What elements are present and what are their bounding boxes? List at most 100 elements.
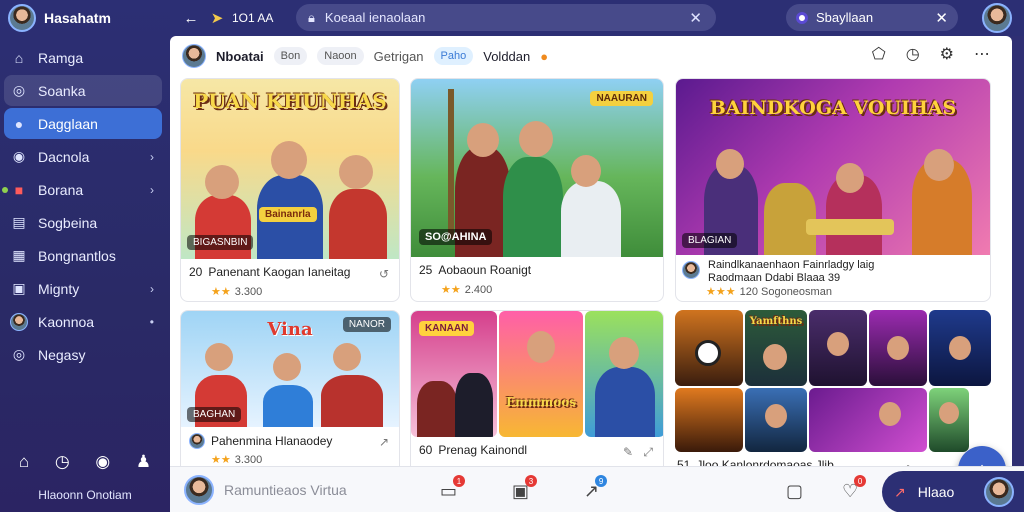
thumbnail-badge: KANAAN [419, 321, 475, 336]
grid-thumbnail[interactable] [809, 388, 927, 452]
grid-thumbnail[interactable] [929, 388, 969, 452]
more-dot-icon: • [149, 314, 154, 329]
heart-icon[interactable]: ♡ 0 [842, 475, 867, 502]
sidebar-item-borana[interactable]: ■ Borana › [2, 174, 162, 205]
share-arrow-icon[interactable]: ↺ [379, 267, 389, 281]
filter-pill[interactable]: Paho [433, 47, 474, 65]
feed-title: Nboatai [216, 48, 264, 64]
bottom-bar: Ramuntieaos Virtua ▭ 1 ▣ 3 ↗ 9 ▢ ♡ 0 ↗ Hlaao [170, 466, 1024, 512]
user-avatar[interactable] [982, 3, 1012, 33]
grid-thumbnail[interactable] [745, 388, 807, 452]
sidebar-item-dacnola[interactable]: ◉ Dacnola › [4, 141, 162, 172]
star-icon: ★★★ [706, 286, 736, 298]
grid-thumbnail[interactable] [809, 310, 867, 386]
channel-avatar[interactable] [189, 433, 205, 449]
more-icon[interactable]: ⋯ [974, 44, 990, 64]
video-thumbnail[interactable]: KANAAN Emmmoos [411, 311, 663, 437]
person-head [467, 123, 499, 157]
channel-avatar[interactable] [682, 261, 700, 279]
filter-tab[interactable]: Volddan [483, 49, 530, 64]
share-icon[interactable]: ⬠ [872, 44, 886, 64]
settings-icon: ◎ [12, 346, 26, 362]
sidebar-item-kaonnoa[interactable]: Kaonnoa • [4, 306, 162, 337]
card-caption: Raindlkanaenhaon Fainrladgy laig Raodmaa… [684, 259, 982, 284]
card-meta: ★★ 3.300 [211, 453, 262, 467]
sidebar-item-dagglaan[interactable]: ● Dagglaan [4, 108, 162, 139]
sidebar-item-negasy[interactable]: ◎ Negasy [4, 339, 162, 370]
sidebar-item-sogbeina[interactable]: ▤ Sogbeina [4, 207, 162, 238]
search-input[interactable]: 🔒︎ Koeaal ienaolaan ✕ [296, 4, 716, 31]
person-figure [329, 189, 387, 259]
video-card[interactable]: BAINDKOGA VOUIHAS BLAGIAN Raindlkanaenha… [675, 78, 991, 302]
back-arrow-icon[interactable]: ← [178, 10, 204, 27]
main-feed: Nboatai Bon Naoon Getrigan Paho Volddan … [170, 36, 1012, 512]
grid-thumbnail[interactable] [675, 388, 743, 452]
card-caption: Pahenmina Hlanaodey [189, 433, 391, 449]
profile-pill[interactable]: ↗ Hlaao [882, 471, 1024, 512]
video-thumbnail[interactable]: Vina NANOR BAGHAN [181, 311, 399, 427]
brand[interactable]: Hasahatm [0, 0, 170, 36]
thumbnail-panel: Emmmoos [499, 311, 583, 437]
share-arrow-icon[interactable]: ↗ [379, 435, 389, 449]
grid-thumbnail[interactable] [869, 310, 927, 386]
compose-input[interactable]: Ramuntieaos Virtua [184, 474, 347, 505]
app-name: Hasahatm [44, 10, 111, 26]
grid-thumbnail[interactable]: Yamfthns [745, 310, 807, 386]
clock-icon[interactable]: ◷ [906, 44, 920, 64]
user-icon[interactable]: ♟ [136, 452, 151, 472]
filter-pill[interactable]: Naoon [317, 47, 364, 65]
video-icon[interactable]: ▣ 3 [512, 475, 538, 502]
filter-tab[interactable]: Getrigan [374, 49, 424, 64]
home-icon[interactable]: ⌂ [19, 452, 29, 472]
close-icon[interactable]: ✕ [689, 9, 702, 27]
edit-icon[interactable]: ✎ [623, 445, 633, 459]
filter-pill[interactable]: Bon [273, 47, 308, 65]
profile-avatar [984, 477, 1014, 507]
profile-name: Hlaao [917, 484, 955, 500]
grid-thumbnail[interactable] [675, 310, 743, 386]
expand-icon[interactable]: ⤢ [643, 445, 653, 460]
thumbnail-title: BAINDKOGA VOUIHAS [709, 97, 957, 119]
feed-avatar[interactable] [182, 44, 206, 68]
card-title: Panenant Kaogan Ianeitag [208, 265, 351, 279]
lock-icon: 🔒︎ [308, 9, 315, 25]
channel-badge: BIGASNBIN [187, 235, 254, 250]
image-icon: ▣ [12, 280, 26, 296]
video-card[interactable]: PUAN KHUNHAS Bainanrla BIGASNBIN 20 Pane… [180, 78, 400, 302]
camera-icon[interactable]: ◉ [95, 452, 110, 472]
sidebar-item-soanka[interactable]: ◎ Soanka [4, 75, 162, 106]
card-number: 25 [419, 263, 433, 277]
tv-icon[interactable]: ▢ [786, 481, 803, 502]
sidebar-item-ramga[interactable]: ⌂ Ramga [4, 42, 162, 73]
video-thumbnail[interactable]: BAINDKOGA VOUIHAS BLAGIAN [676, 79, 990, 255]
thumbnail-title: PUAN KHUNHAS [193, 89, 387, 113]
settings-icon[interactable]: ⚙︎ [940, 44, 954, 64]
person-head [527, 331, 555, 363]
video-thumbnail[interactable]: NAAURAN SO@AHINA [411, 79, 663, 257]
emoji-icon: ● [540, 48, 549, 64]
channel-badge: SO@AHINA [419, 229, 493, 245]
share-icon[interactable]: ↗ 9 [584, 475, 608, 502]
person-head [939, 402, 959, 424]
secondary-search-input[interactable]: Sbayllaan ✕ [786, 4, 958, 31]
video-thumbnail[interactable]: PUAN KHUNHAS Bainanrla BIGASNBIN [181, 79, 399, 259]
sidebar-footer[interactable]: Hlaoonn Onotiam [0, 488, 170, 502]
card-number: 20 [189, 265, 203, 279]
view-count: 3.300 [234, 285, 263, 298]
close-icon[interactable]: ✕ [935, 9, 948, 27]
grid-icon: ▦ [12, 247, 26, 263]
circle-icon: ◎ [12, 82, 26, 98]
star-icon: ★★ [211, 286, 231, 298]
clock-icon[interactable]: ◷ [55, 452, 70, 472]
like-icon[interactable]: ▭ 1 [440, 475, 466, 502]
person-figure [417, 381, 457, 437]
nav-text: 1O1 AA [232, 11, 274, 25]
forward-arrow-icon[interactable]: ➤ [204, 9, 230, 27]
chevron-right-icon: › [150, 281, 154, 296]
sidebar-item-mignty[interactable]: ▣ Mignty › [4, 273, 162, 304]
sidebar-item-bongnantlos[interactable]: ▦ Bongnantlos [4, 240, 162, 271]
thumbnail-title: Emmmoos [505, 395, 576, 409]
home-icon: ⌂ [14, 49, 24, 66]
video-card[interactable]: NAAURAN SO@AHINA 25 Aobaoun Roanigt ★★ 2… [410, 78, 664, 302]
grid-thumbnail[interactable] [929, 310, 991, 386]
